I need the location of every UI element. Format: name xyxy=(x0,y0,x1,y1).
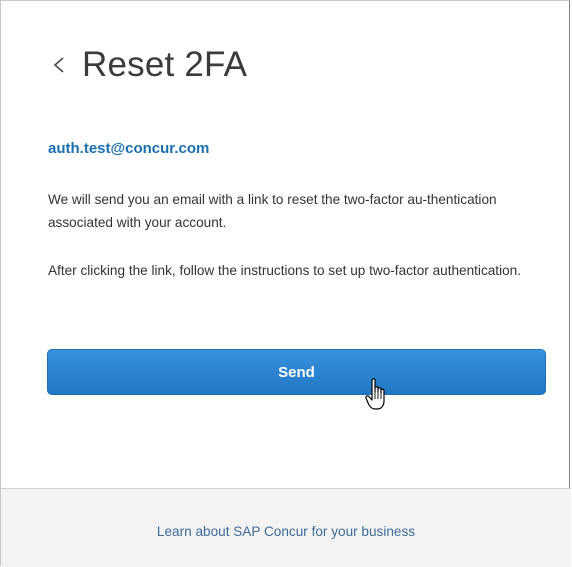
reset-2fa-card: Reset 2FA auth.test@concur.com We will s… xyxy=(0,0,571,567)
account-email: auth.test@concur.com xyxy=(48,140,210,157)
page-footer: Learn about SAP Concur for your business xyxy=(1,488,571,567)
send-button-label: Send xyxy=(278,363,315,381)
send-button[interactable]: Send xyxy=(47,349,546,395)
hand-pointer-icon xyxy=(365,377,391,413)
instruction-paragraph-2: After clicking the link, follow the inst… xyxy=(48,263,521,278)
instruction-paragraph-1: We will send you an email with a link to… xyxy=(48,192,497,230)
page-title: Reset 2FA xyxy=(82,45,248,84)
page-header: Reset 2FA xyxy=(48,45,247,85)
chevron-left-icon[interactable] xyxy=(48,45,74,85)
learn-about-link[interactable]: Learn about SAP Concur for your business xyxy=(1,524,571,539)
